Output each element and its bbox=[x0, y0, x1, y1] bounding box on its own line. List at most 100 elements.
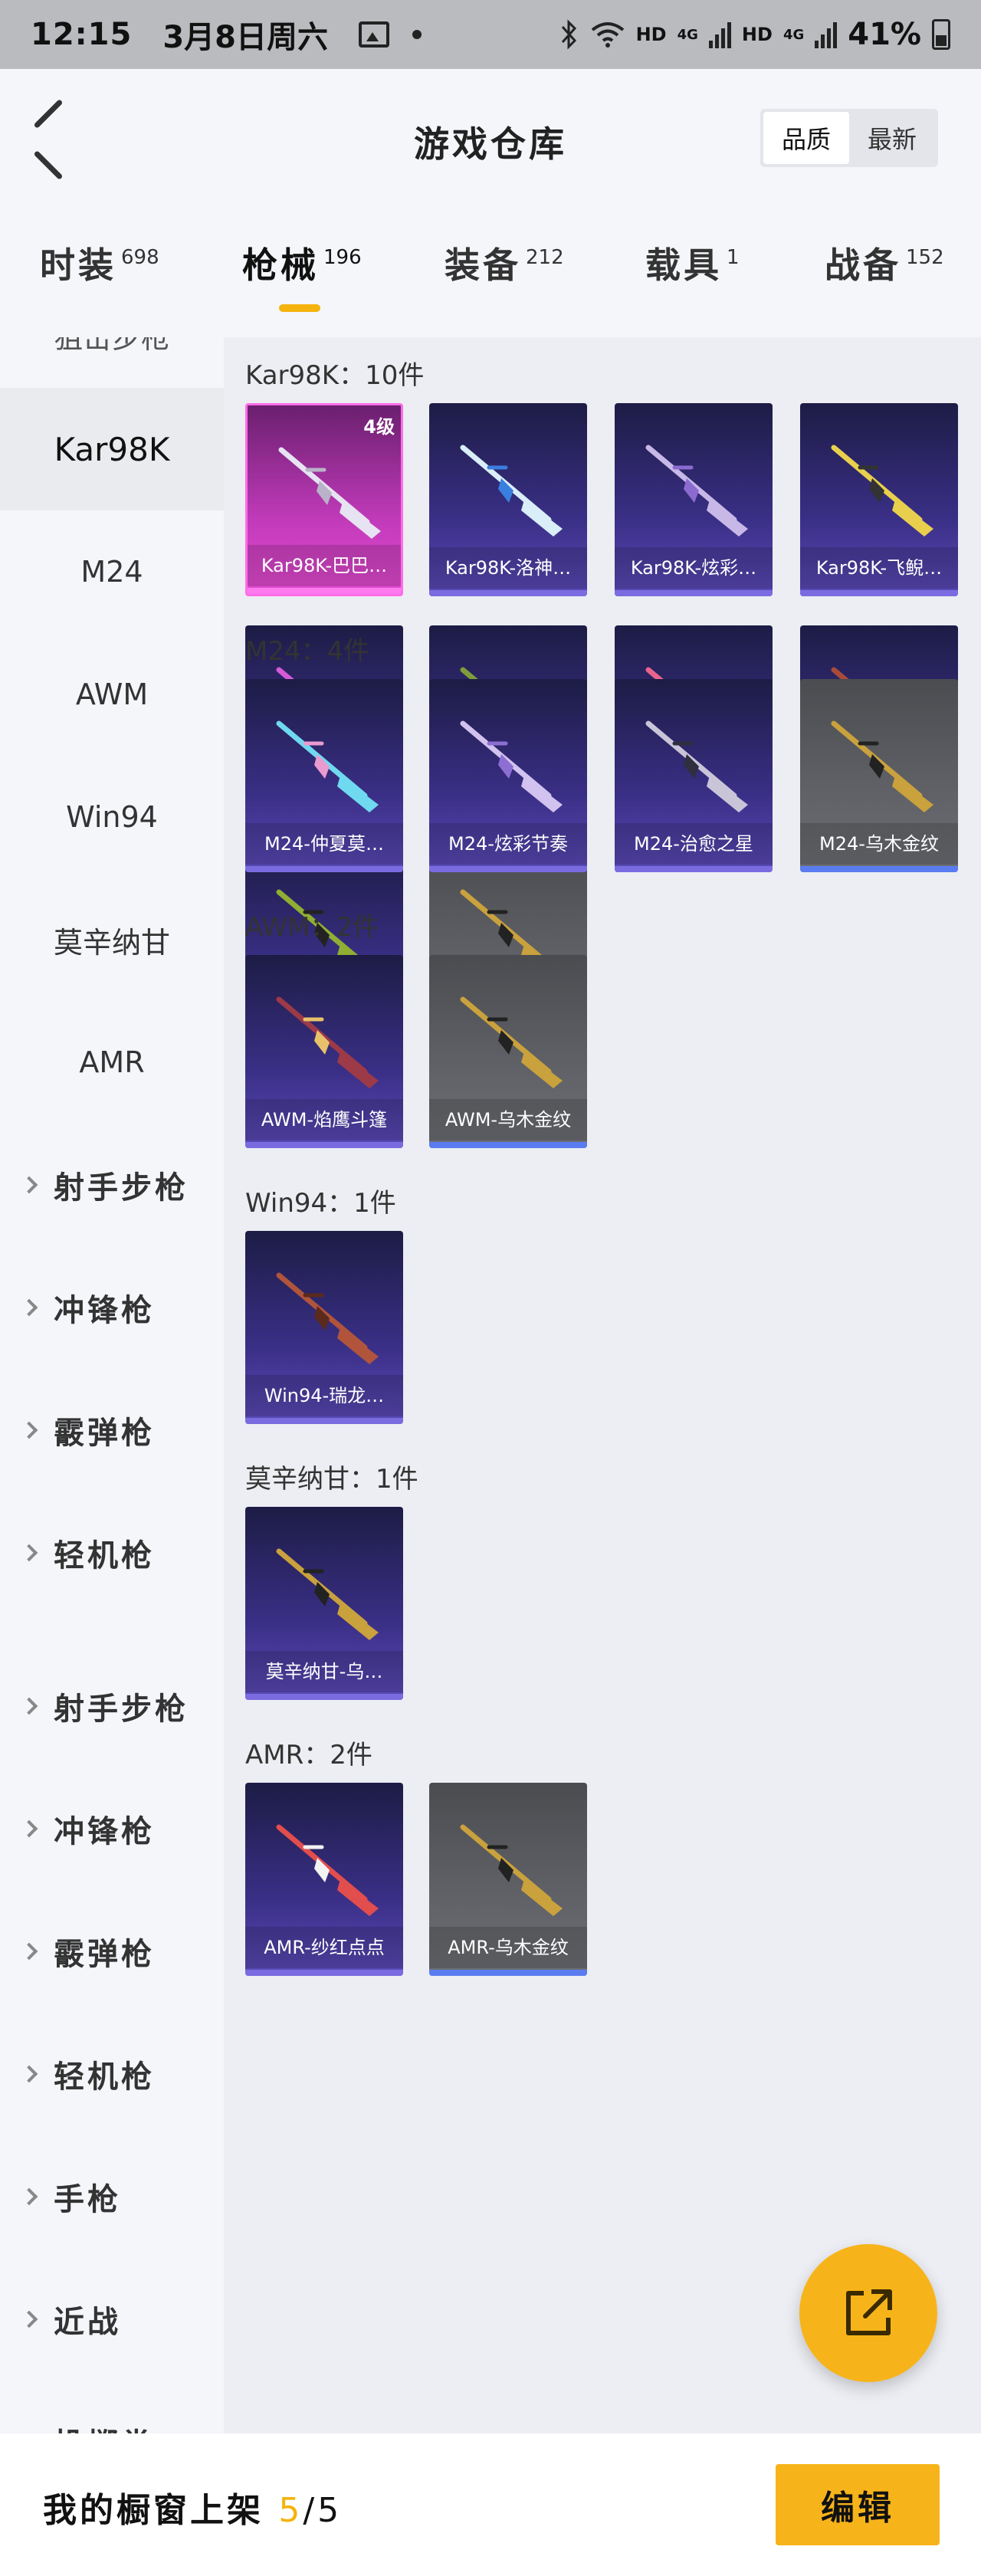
hd-label-2: HD bbox=[741, 24, 773, 45]
weapon-name: AMR-纱红点点 bbox=[245, 1927, 403, 1968]
weapon-card[interactable]: M24-仲夏莫… bbox=[245, 679, 403, 872]
weapon-name: M24-仲夏莫… bbox=[245, 823, 403, 865]
bluetooth-icon bbox=[561, 19, 576, 50]
battery-percent: 41% bbox=[848, 17, 921, 52]
chevron-right-icon bbox=[20, 1942, 38, 1961]
weapon-card[interactable]: M24-炫彩节奏 bbox=[429, 679, 587, 872]
tab-supplies[interactable]: 战备 152 bbox=[825, 238, 944, 288]
sidebar-category-dmr-2[interactable]: 射手步枪 bbox=[0, 1645, 224, 1767]
sidebar-item-win94[interactable]: Win94 bbox=[0, 756, 224, 878]
network-label-1: 4G bbox=[677, 26, 698, 43]
rarity-strip bbox=[245, 1142, 403, 1148]
gallery-notification-icon bbox=[359, 21, 389, 48]
weapon-card[interactable]: 莫辛纳甘-乌… bbox=[245, 1507, 403, 1700]
rarity-strip bbox=[800, 866, 958, 872]
rarity-strip bbox=[615, 866, 773, 872]
network-label-2: 4G bbox=[783, 26, 805, 43]
sidebar-category-label: 射手步枪 bbox=[54, 1170, 189, 1206]
weapon-card[interactable]: M24-乌木金纹 bbox=[800, 679, 958, 872]
tab-label: 装备 bbox=[445, 244, 521, 286]
weapon-name: AMR-乌木金纹 bbox=[429, 1927, 587, 1968]
rifle-icon bbox=[276, 1548, 379, 1640]
showcase-current: 5 bbox=[278, 2491, 303, 2530]
sidebar-category-label: 近战 bbox=[54, 2305, 121, 2340]
rarity-strip bbox=[245, 866, 403, 872]
weapon-card[interactable]: Kar98K-炫彩… bbox=[615, 403, 773, 596]
showcase-label: 我的橱窗上架 bbox=[43, 2491, 264, 2530]
weapon-grid: Kar98K：10件 4级 Kar98K-巴巴… Kar98K-洛神… Kar98K-炫… bbox=[224, 337, 981, 2433]
weapon-name: M24-炫彩节奏 bbox=[429, 823, 587, 865]
sidebar-item-mosin[interactable]: 莫辛纳甘 bbox=[0, 878, 224, 1001]
weapon-card[interactable]: AMR-乌木金纹 bbox=[429, 1783, 587, 1976]
sidebar-item-awm[interactable]: AWM bbox=[0, 633, 224, 756]
tab-vehicles[interactable]: 载具 1 bbox=[645, 238, 740, 288]
sidebar: 狙击步枪 Kar98K M24 AWM Win94 莫辛纳甘 AMR 射手步枪 … bbox=[0, 337, 224, 2433]
rifle-icon bbox=[460, 720, 563, 812]
group-title: Win94：1件 bbox=[245, 1188, 396, 1219]
rarity-strip bbox=[615, 590, 773, 596]
sidebar-category-smg[interactable]: 冲锋枪 bbox=[0, 1246, 224, 1369]
chevron-right-icon bbox=[20, 1176, 38, 1194]
header: 游戏仓库 品质 最新 bbox=[0, 69, 981, 207]
rarity-strip bbox=[429, 1142, 587, 1148]
weapon-card[interactable]: M24-治愈之星 bbox=[615, 679, 773, 872]
group-title: M24：4件 bbox=[245, 636, 370, 667]
status-date: 3月8日周六 bbox=[162, 20, 328, 55]
sidebar-category-label: 轻机枪 bbox=[54, 2059, 155, 2095]
sidebar-category-dmr[interactable]: 射手步枪 bbox=[0, 1124, 224, 1246]
rifle-icon bbox=[460, 1824, 563, 1916]
sort-option-newest[interactable]: 最新 bbox=[849, 112, 935, 164]
tab-count: 698 bbox=[121, 246, 159, 269]
sidebar-category-shotgun[interactable]: 霰弹枪 bbox=[0, 1369, 224, 1491]
rarity-strip bbox=[248, 588, 401, 594]
weapon-name: AWM-焰鹰斗篷 bbox=[245, 1099, 403, 1140]
sidebar-category-label: 投掷类 bbox=[54, 2420, 155, 2433]
group-title: AWM：2件 bbox=[245, 912, 379, 943]
weapon-name: AWM-乌木金纹 bbox=[429, 1099, 587, 1140]
tab-count: 212 bbox=[526, 246, 564, 269]
sidebar-item-amr[interactable]: AMR bbox=[0, 1001, 224, 1124]
tab-count: 1 bbox=[727, 246, 740, 269]
share-button[interactable] bbox=[799, 2244, 937, 2382]
chevron-right-icon bbox=[20, 1421, 38, 1439]
level-badge: 4级 bbox=[363, 416, 395, 438]
weapon-card[interactable]: Kar98K-飞鲵… bbox=[800, 403, 958, 596]
wifi-icon bbox=[591, 22, 624, 48]
weapon-card[interactable]: AWM-焰鹰斗篷 bbox=[245, 955, 403, 1148]
sidebar-item-m24[interactable]: M24 bbox=[0, 510, 224, 633]
weapon-card[interactable]: Kar98K-洛神… bbox=[429, 403, 587, 596]
sidebar-category-smg-2[interactable]: 冲锋枪 bbox=[0, 1767, 224, 1890]
chevron-right-icon bbox=[20, 2310, 38, 2328]
weapon-card[interactable]: 4级 Kar98K-巴巴… bbox=[245, 403, 403, 596]
group-title: 莫辛纳甘：1件 bbox=[245, 1464, 418, 1495]
edit-button[interactable]: 编辑 bbox=[776, 2464, 940, 2545]
weapon-card[interactable]: AMR-纱红点点 bbox=[245, 1783, 403, 1976]
tab-label: 枪械 bbox=[242, 244, 319, 286]
sidebar-category-pistol[interactable]: 手枪 bbox=[0, 2135, 224, 2258]
group-title: Kar98K：10件 bbox=[245, 360, 425, 391]
chevron-right-icon bbox=[20, 1544, 38, 1562]
sidebar-item-sniper-rifles[interactable]: 狙击步枪 bbox=[54, 337, 170, 356]
sidebar-item-kar98k[interactable]: Kar98K bbox=[0, 388, 224, 510]
signal-icon-2 bbox=[815, 21, 838, 48]
tab-label: 战备 bbox=[825, 244, 901, 286]
sidebar-category-lmg-2[interactable]: 轻机枪 bbox=[0, 2013, 224, 2135]
tab-count: 152 bbox=[906, 246, 944, 269]
tab-fashion[interactable]: 时装 698 bbox=[40, 238, 159, 288]
chevron-right-icon bbox=[20, 1697, 38, 1715]
rifle-icon bbox=[278, 447, 381, 539]
sort-option-quality[interactable]: 品质 bbox=[763, 112, 849, 164]
tab-firearms[interactable]: 枪械 196 bbox=[242, 238, 362, 288]
tab-label: 时装 bbox=[40, 244, 116, 286]
battery-icon bbox=[932, 19, 950, 50]
sidebar-category-label: 冲锋枪 bbox=[54, 1293, 155, 1328]
tab-equipment[interactable]: 装备 212 bbox=[445, 238, 564, 288]
rifle-icon bbox=[276, 996, 379, 1088]
sidebar-category-shotgun-2[interactable]: 霰弹枪 bbox=[0, 1890, 224, 2013]
active-tab-indicator bbox=[279, 304, 320, 312]
sidebar-category-melee[interactable]: 近战 bbox=[0, 2258, 224, 2381]
weapon-card[interactable]: Win94-瑞龙… bbox=[245, 1231, 403, 1424]
weapon-card[interactable]: AWM-乌木金纹 bbox=[429, 955, 587, 1148]
sidebar-category-lmg[interactable]: 轻机枪 bbox=[0, 1491, 224, 1614]
sidebar-category-throwables[interactable]: 投掷类 bbox=[0, 2381, 224, 2433]
